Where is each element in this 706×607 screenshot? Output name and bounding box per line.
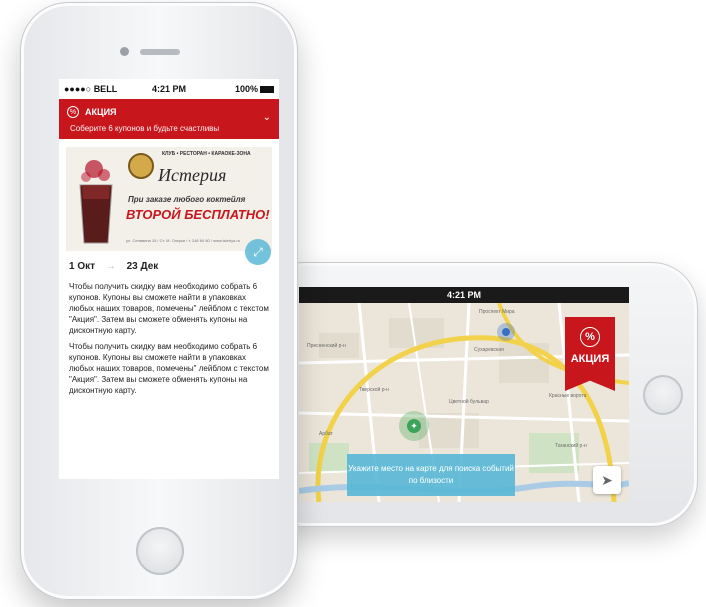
cocktail-glass-illustration <box>79 160 113 244</box>
map-label: Цветной бульвар <box>449 399 489 405</box>
status-bar: 4:21 PM <box>299 287 629 303</box>
walk-icon: ✦ <box>407 419 421 433</box>
promo-title: АКЦИЯ <box>85 107 117 117</box>
home-button[interactable] <box>136 527 184 575</box>
end-date: 23 Дек <box>126 261 159 272</box>
chevron-down-icon[interactable]: ⌄ <box>263 112 271 123</box>
map-screen: 4:21 PM Проспект Мира Сухаревская Тверск… <box>299 287 629 502</box>
battery-icon <box>260 86 274 94</box>
promo-banner-image[interactable]: КЛУБ • РЕСТОРАН • КАРАОКЕ-ЗОНА Истерия П… <box>66 147 272 251</box>
club-name: Истерия <box>158 165 227 185</box>
status-bar: ●●●●○ BELL 4:21 PM 100% <box>59 79 279 99</box>
speaker-grille <box>140 49 180 55</box>
landscape-phone: 4:21 PM Проспект Мира Сухаревская Тверск… <box>258 262 698 527</box>
promo-ribbon[interactable]: % АКЦИЯ <box>565 317 615 391</box>
percent-icon: % <box>67 106 79 118</box>
percent-icon: % <box>580 327 600 347</box>
map-marker-user[interactable] <box>497 323 515 341</box>
ribbon-label: АКЦИЯ <box>570 353 610 365</box>
promo-description: Чтобы получить скидку вам необходимо соб… <box>69 282 269 335</box>
promo-screen: ●●●●○ BELL 4:21 PM 100% % АКЦИЯ Соберите… <box>59 79 279 479</box>
promo-subtitle: Соберите 6 купонов и будьте счастливы <box>70 124 220 133</box>
map-label: Таганский р-н <box>555 443 587 449</box>
home-button[interactable] <box>643 375 683 415</box>
portrait-phone: ●●●●○ BELL 4:21 PM 100% % АКЦИЯ Соберите… <box>20 2 298 600</box>
offer-headline: ВТОРОЙ БЕСПЛАТНО! <box>126 207 270 222</box>
map-label: Сухаревская <box>474 347 504 353</box>
start-date: 1 Окт <box>69 261 96 272</box>
promo-description: Чтобы получить скидку вам необходимо соб… <box>69 342 269 395</box>
map-label: Проспект Мира <box>479 309 515 315</box>
map-label: Тверской р-н <box>359 387 389 393</box>
battery-indicator: 100% <box>235 84 274 94</box>
map-label: Пресненский р-н <box>307 343 346 349</box>
club-tagline: КЛУБ • РЕСТОРАН • КАРАОКЕ-ЗОНА <box>162 151 251 157</box>
city-map[interactable]: Проспект Мира Сухаревская Тверской р-н Ц… <box>299 303 629 502</box>
offer-line: При заказе любого коктейля <box>128 195 246 204</box>
map-hint-banner[interactable]: Укажите место на карте для поиска событи… <box>347 454 515 496</box>
club-address: ул. Сенявина 15 / Ст. М. Озерки / т. 248… <box>126 238 241 243</box>
front-camera <box>120 47 129 56</box>
map-marker-selected[interactable]: ✦ <box>399 411 429 441</box>
arrow-right-icon: → <box>105 261 116 272</box>
compass-icon[interactable]: ➤ <box>593 466 621 494</box>
club-logo-icon <box>128 153 154 179</box>
map-label: Красные ворота <box>549 393 587 399</box>
status-time: 4:21 PM <box>446 290 481 300</box>
expand-icon[interactable]: ⤢ <box>245 239 271 265</box>
promo-header[interactable]: % АКЦИЯ Соберите 6 купонов и будьте счас… <box>59 99 279 139</box>
promo-dates: 1 Окт → 23 Дек <box>69 261 158 272</box>
map-label: Арбат <box>319 431 333 437</box>
